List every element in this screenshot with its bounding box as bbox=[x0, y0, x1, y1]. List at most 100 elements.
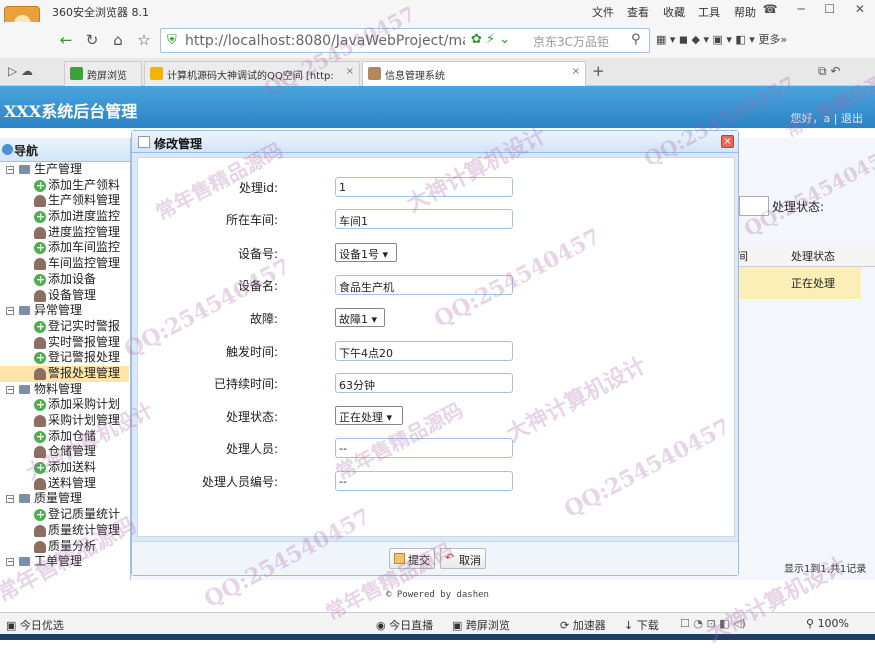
close-icon[interactable]: × bbox=[721, 135, 734, 148]
star-icon[interactable]: ☆ bbox=[134, 30, 154, 50]
nav-item[interactable]: 添加仓储 bbox=[0, 429, 130, 444]
new-tab-icon[interactable]: + bbox=[592, 62, 605, 80]
nav-item[interactable]: 警报处理管理 bbox=[0, 365, 129, 382]
add-icon bbox=[34, 319, 46, 335]
accelerator-button[interactable]: ⟳ 加速器 bbox=[560, 617, 606, 633]
grid-column-header[interactable]: 处理状态 bbox=[791, 248, 835, 264]
search-icon[interactable]: ⚲ bbox=[631, 32, 641, 47]
download-button[interactable]: ↓ 下载 bbox=[624, 617, 659, 633]
status-icons[interactable]: ☐ ◔ ⊡ ◧ ◁) bbox=[680, 617, 746, 630]
nav-item[interactable]: 添加进度监控 bbox=[0, 209, 130, 225]
browser-name: 360安全浏览器 8.1 bbox=[52, 6, 149, 19]
nav-item-label: 登记实时警报 bbox=[48, 318, 121, 333]
nav-group[interactable]: − 生产管理 bbox=[0, 162, 130, 178]
nav-item-label: 车间监控管理 bbox=[48, 256, 121, 271]
nav-item[interactable]: 添加车间监控 bbox=[0, 240, 130, 256]
sidebar-toggle-icon[interactable]: ▷ ☁ bbox=[8, 64, 33, 78]
daily-pick[interactable]: ▣ 今日优选 bbox=[6, 617, 64, 633]
nav-group[interactable]: − 物料管理 bbox=[0, 382, 130, 398]
window-controls[interactable]: ☎ ─ ☐ ✕ bbox=[763, 2, 873, 16]
nav-item[interactable]: 添加设备 bbox=[0, 272, 130, 288]
collapse-icon[interactable]: − bbox=[6, 495, 14, 504]
menu-tools[interactable]: 工具 bbox=[698, 4, 720, 20]
shield-icon: ⛨ bbox=[167, 33, 177, 48]
field-label: 故障: bbox=[249, 312, 278, 326]
toolbar-extensions[interactable]: ▦ ▾ ◼ ◆ ▾ ▣ ▾ ◧ ▾ 更多» bbox=[656, 31, 787, 47]
nav-item[interactable]: 设备管理 bbox=[0, 288, 130, 304]
nav-item[interactable]: 仓储管理 bbox=[0, 444, 130, 460]
user-icon bbox=[34, 195, 46, 208]
field-select[interactable]: 设备1号 ▾ bbox=[335, 243, 397, 262]
user-icon bbox=[34, 336, 46, 349]
field-label: 设备号: bbox=[237, 247, 278, 261]
nav-item[interactable]: 添加生产领料 bbox=[0, 177, 130, 193]
field-select[interactable]: 故障1 ▾ bbox=[335, 308, 385, 327]
address-bar[interactable]: ⛨ http://localhost:8080/JavaWebProject/m… bbox=[160, 28, 650, 53]
live-button[interactable]: ◉ 今日直播 bbox=[376, 617, 433, 633]
collapse-icon[interactable]: − bbox=[6, 558, 14, 567]
nav-item-label: 添加生产领料 bbox=[48, 177, 121, 192]
nav-group[interactable]: − 异常管理 bbox=[0, 303, 130, 319]
nav-item[interactable]: 送料管理 bbox=[0, 476, 130, 492]
field-input[interactable]: -- bbox=[335, 471, 513, 491]
field-input[interactable]: 1 bbox=[335, 177, 513, 197]
nav-item-label: 采购计划管理 bbox=[48, 413, 121, 427]
address-text[interactable]: http://localhost:8080/JavaWebProject/mai… bbox=[185, 33, 465, 49]
nav-item-label: 添加进度监控 bbox=[48, 209, 121, 224]
field-label: 处理状态: bbox=[225, 410, 278, 424]
menu-help[interactable]: 帮助 bbox=[734, 4, 756, 20]
nav-item[interactable]: 采购计划管理 bbox=[0, 413, 130, 429]
nav-item[interactable]: 车间监控管理 bbox=[0, 256, 130, 272]
nav-item[interactable]: 添加采购计划 bbox=[0, 397, 130, 413]
field-input[interactable]: 车间1 bbox=[335, 209, 513, 229]
nav-group-label: 质量管理 bbox=[34, 491, 83, 506]
menu-favorites[interactable]: 收藏 bbox=[663, 4, 685, 20]
menu-file[interactable]: 文件 bbox=[592, 4, 614, 20]
home-icon[interactable]: ⌂ bbox=[108, 30, 128, 50]
nav-item[interactable]: 添加送料 bbox=[0, 460, 130, 476]
nav-item[interactable]: 质量分析 bbox=[0, 539, 130, 555]
user-icon bbox=[34, 289, 46, 302]
search-suggestion[interactable]: 京东3C万品钜 bbox=[533, 33, 609, 50]
field-input[interactable]: 食品生产机 bbox=[335, 275, 513, 295]
tab-cross-screen[interactable]: 跨屏浏览 bbox=[64, 61, 142, 86]
nav-group[interactable]: − 工单管理 bbox=[0, 554, 130, 570]
close-icon[interactable]: × bbox=[346, 66, 354, 77]
tab-qq-space[interactable]: 计算机源码大神调试的QQ空间 [http: × bbox=[144, 61, 360, 86]
tab-info-system[interactable]: 信息管理系统 × bbox=[362, 61, 586, 86]
nav-item[interactable]: 进度监控管理 bbox=[0, 225, 130, 241]
more-button[interactable]: 更多» bbox=[758, 33, 787, 46]
refresh-icon[interactable]: ↻ bbox=[82, 30, 102, 50]
submit-button[interactable]: 提交 bbox=[389, 548, 435, 569]
nav-item[interactable]: 登记实时警报 bbox=[0, 319, 130, 335]
cross-screen-button[interactable]: ▣ 跨屏浏览 bbox=[452, 617, 510, 633]
back-icon[interactable]: ← bbox=[56, 30, 76, 50]
nav-item-label: 实时警报管理 bbox=[48, 334, 121, 349]
collapse-icon[interactable]: − bbox=[6, 385, 14, 394]
menu-view[interactable]: 查看 bbox=[627, 4, 649, 20]
folder-icon bbox=[19, 165, 30, 174]
field-label: 已持续时间: bbox=[213, 377, 278, 391]
collapse-icon[interactable]: − bbox=[6, 307, 14, 316]
nav-item[interactable]: 登记质量统计 bbox=[0, 507, 130, 523]
nav-header: 导航 bbox=[0, 138, 130, 162]
nav-item[interactable]: 实时警报管理 bbox=[0, 335, 130, 351]
page-icon bbox=[368, 67, 381, 80]
nav-item[interactable]: 质量统计管理 bbox=[0, 523, 130, 539]
speed-icon[interactable]: ✿ ⚡ ⌄ bbox=[471, 32, 510, 47]
nav-item[interactable]: 登记警报处理 bbox=[0, 350, 130, 366]
field-input[interactable]: 下午4点20 bbox=[335, 341, 513, 361]
zoom-level[interactable]: ⚲ 100% bbox=[806, 617, 849, 630]
restore-icon[interactable]: ⧉ ↶ bbox=[818, 64, 840, 79]
nav-group[interactable]: − 质量管理 bbox=[0, 491, 130, 507]
field-input[interactable]: 63分钟 bbox=[335, 373, 513, 393]
nav-item[interactable]: 生产领料管理 bbox=[0, 193, 130, 209]
user-greeting[interactable]: 您好，a | 退出 bbox=[791, 110, 863, 126]
close-icon[interactable]: × bbox=[572, 66, 580, 77]
cancel-button[interactable]: ↶ 取消 bbox=[440, 548, 486, 569]
field-input[interactable]: -- bbox=[335, 438, 513, 458]
tab-bar: ▷ ☁ 跨屏浏览 计算机源码大神调试的QQ空间 [http: × 信息管理系统 … bbox=[0, 58, 875, 86]
filter-input[interactable] bbox=[739, 196, 769, 216]
collapse-icon[interactable]: − bbox=[6, 166, 14, 174]
field-select[interactable]: 正在处理 ▾ bbox=[335, 406, 403, 425]
